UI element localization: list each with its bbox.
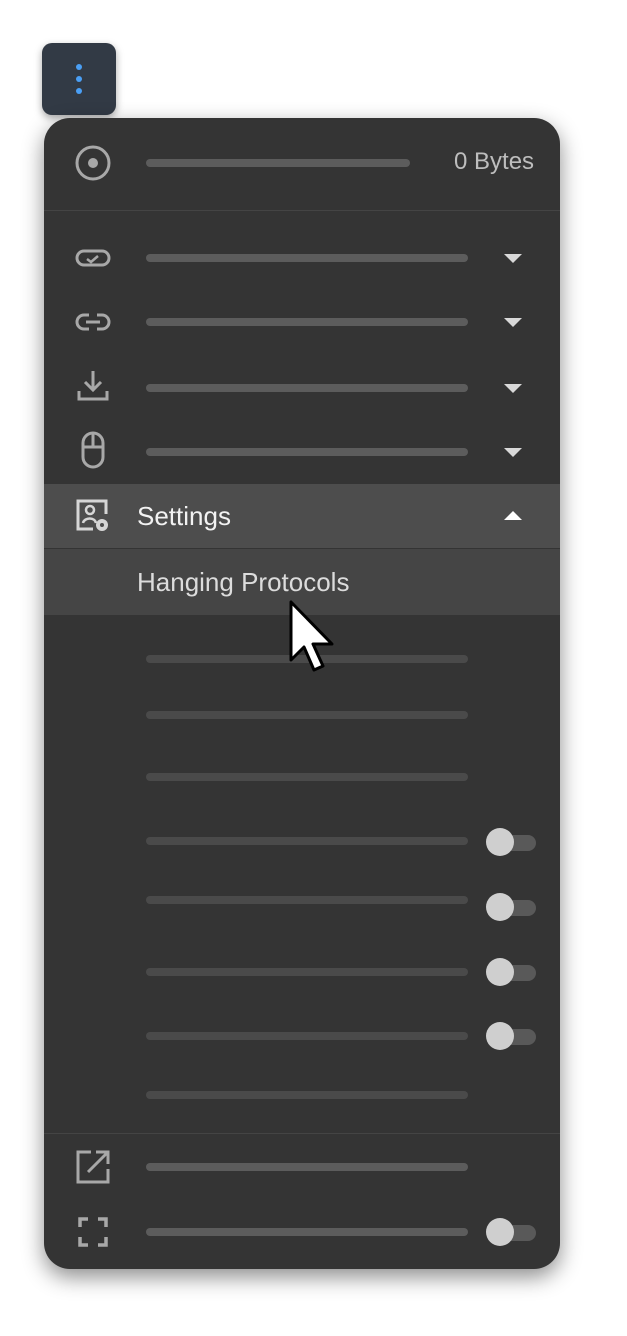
chevron-up-icon — [504, 511, 522, 520]
more-options-button[interactable] — [42, 43, 116, 115]
chevron-down-icon — [504, 448, 522, 457]
settings-label: Settings — [137, 501, 231, 531]
storage-label-placeholder — [146, 159, 410, 167]
menu-item-label-placeholder — [146, 384, 468, 392]
tag-check-icon — [74, 239, 112, 277]
menu-item-tag[interactable] — [44, 226, 560, 290]
storage-row: 0 Bytes — [44, 118, 560, 210]
menu-item-mouse[interactable] — [44, 418, 560, 482]
fullscreen-icon — [74, 1213, 112, 1251]
chevron-down-icon — [504, 384, 522, 393]
storage-usage: 0 Bytes — [454, 148, 535, 175]
toggle-switch[interactable] — [486, 828, 538, 856]
menu-item-download[interactable] — [44, 354, 560, 418]
options-menu-panel: 0 Bytes Settings Hanging Protocols — [44, 118, 560, 1269]
link-icon — [74, 303, 112, 341]
option-label-placeholder — [146, 711, 468, 719]
settings-option-row[interactable] — [44, 756, 560, 798]
option-label-placeholder — [146, 968, 468, 976]
fullscreen-toggle[interactable] — [486, 1218, 538, 1246]
toggle-switch[interactable] — [486, 958, 538, 986]
disc-icon — [74, 144, 112, 182]
fullscreen-row — [44, 1208, 560, 1256]
option-label-placeholder — [146, 837, 468, 845]
chevron-down-icon — [504, 254, 522, 263]
toggle-switch[interactable] — [486, 1022, 538, 1050]
settings-image-icon — [74, 497, 112, 535]
footer-label-placeholder — [146, 1163, 468, 1171]
open-external-icon — [74, 1148, 112, 1186]
open-in-new-window-row[interactable] — [44, 1144, 560, 1192]
mouse-cursor-icon — [289, 600, 334, 672]
option-label-placeholder — [146, 1091, 468, 1099]
menu-item-label-placeholder — [146, 318, 468, 326]
toggle-knob — [486, 893, 514, 921]
divider — [44, 1133, 560, 1134]
download-icon — [74, 367, 112, 405]
toggle-knob — [486, 958, 514, 986]
option-label-placeholder — [146, 896, 468, 904]
chevron-down-icon — [504, 318, 522, 327]
menu-dot — [76, 76, 82, 82]
settings-toggle-row — [44, 951, 560, 995]
settings-option-row[interactable] — [44, 694, 560, 736]
settings-toggle-row — [44, 879, 560, 923]
toggle-knob — [486, 1022, 514, 1050]
menu-dot — [76, 64, 82, 70]
toggle-knob — [486, 828, 514, 856]
footer-label-placeholder — [146, 1228, 468, 1236]
toggle-switch[interactable] — [486, 893, 538, 921]
option-label-placeholder — [146, 773, 468, 781]
menu-dot — [76, 88, 82, 94]
mouse-icon — [74, 431, 112, 469]
settings-toggle-row — [44, 1015, 560, 1059]
settings-option-row[interactable] — [44, 1074, 560, 1116]
menu-item-label-placeholder — [146, 254, 468, 262]
settings-toggle-row — [44, 820, 560, 864]
divider — [44, 210, 560, 211]
menu-item-link[interactable] — [44, 290, 560, 354]
menu-item-settings[interactable]: Settings — [44, 484, 560, 548]
menu-item-label-placeholder — [146, 448, 468, 456]
toggle-knob — [486, 1218, 514, 1246]
submenu-item-label: Hanging Protocols — [137, 567, 350, 597]
option-label-placeholder — [146, 1032, 468, 1040]
